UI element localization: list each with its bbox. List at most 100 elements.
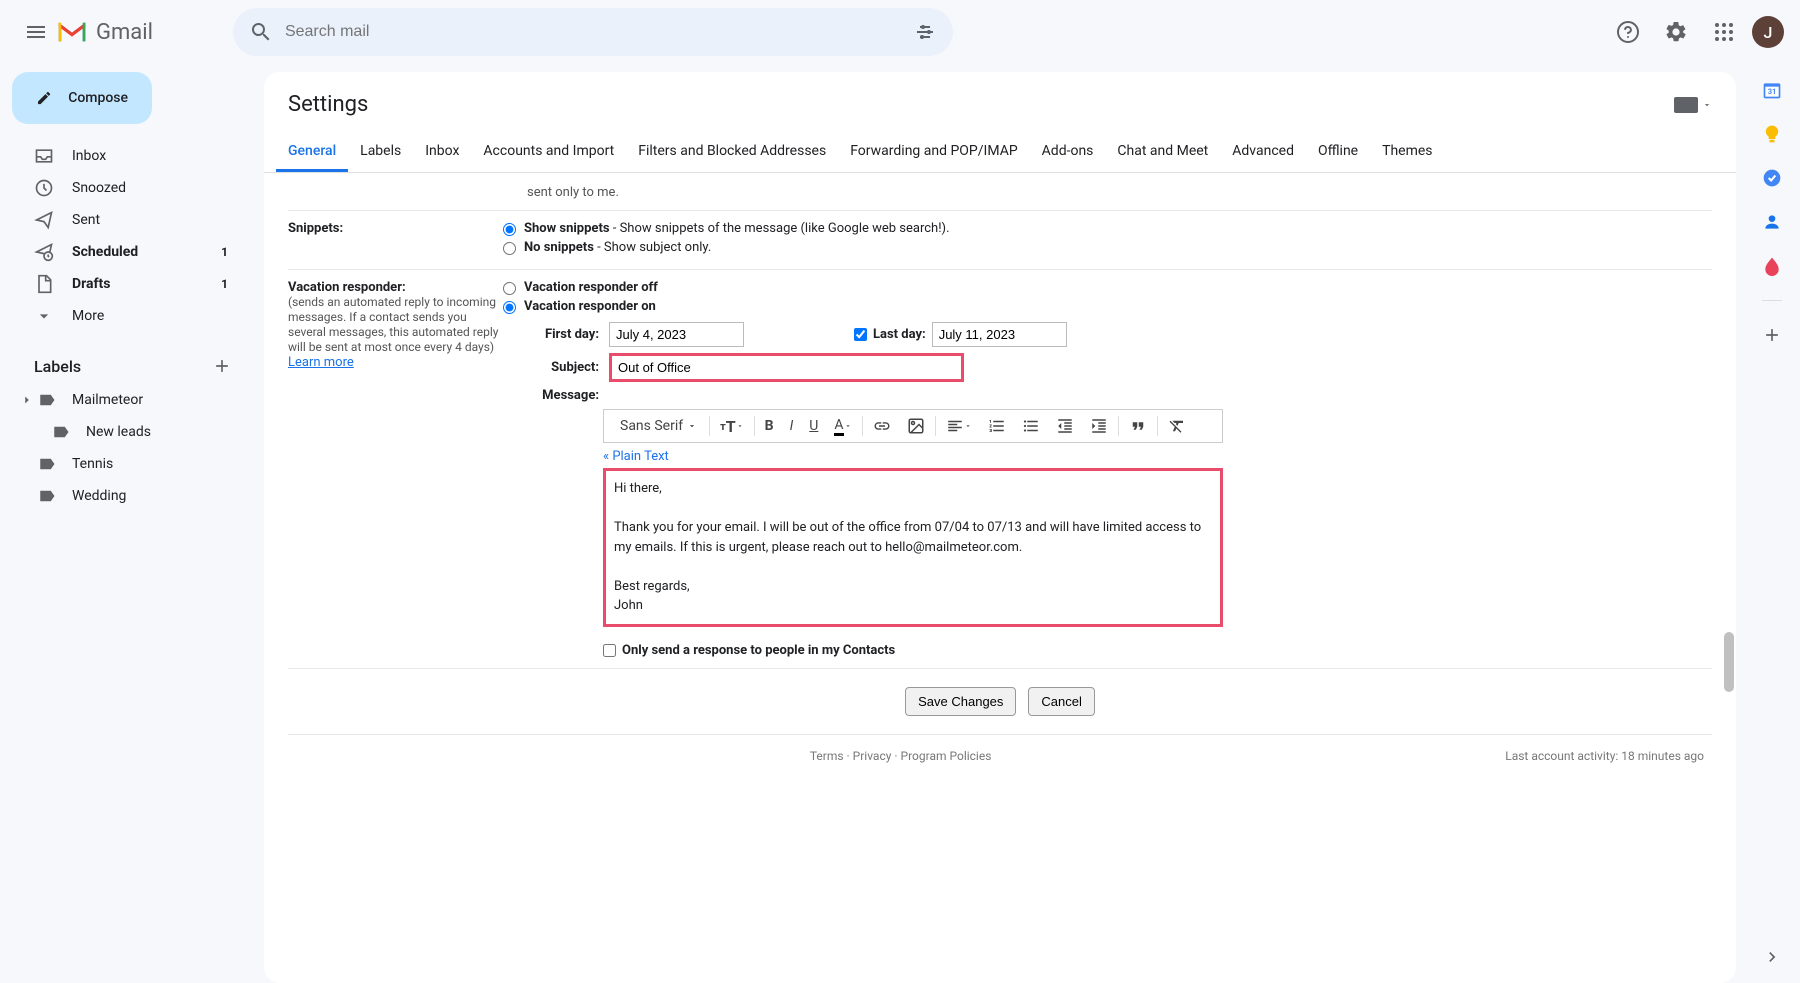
snippets-label: Snippets:: [288, 221, 503, 259]
vacation-on-radio[interactable]: [503, 301, 516, 314]
vacation-label: Vacation responder:: [288, 280, 406, 295]
image-icon: [907, 417, 925, 435]
search-options-icon[interactable]: [913, 20, 937, 44]
nav-drafts[interactable]: Drafts 1: [8, 268, 248, 300]
policies-link[interactable]: Program Policies: [901, 749, 992, 763]
label-tennis[interactable]: Tennis: [8, 448, 248, 480]
show-snippets-label: Show snippets - Show snippets of the mes…: [524, 221, 950, 236]
align-button[interactable]: [938, 410, 980, 442]
tab-chat[interactable]: Chat and Meet: [1105, 133, 1220, 172]
menu-icon: [24, 20, 48, 44]
numbered-list-button[interactable]: [980, 410, 1014, 442]
bold-button[interactable]: B: [757, 410, 782, 442]
tab-accounts[interactable]: Accounts and Import: [471, 133, 626, 172]
nav-inbox[interactable]: Inbox: [8, 140, 248, 172]
labels-header: Labels: [34, 357, 81, 376]
image-button[interactable]: [899, 410, 933, 442]
label-text: Wedding: [72, 488, 126, 504]
apps-button[interactable]: [1704, 12, 1744, 52]
label-wedding[interactable]: Wedding: [8, 480, 248, 512]
nav-snoozed[interactable]: Snoozed: [8, 172, 248, 204]
font-size-button[interactable]: тT: [712, 410, 752, 442]
text-color-button[interactable]: A: [826, 410, 859, 442]
keep-app-icon[interactable]: [1762, 124, 1782, 144]
learn-more-link[interactable]: Learn more: [288, 355, 354, 370]
caret-down-icon: [964, 422, 972, 430]
no-snippets-radio[interactable]: [503, 242, 516, 255]
tab-labels[interactable]: Labels: [348, 133, 413, 172]
tab-themes[interactable]: Themes: [1370, 133, 1444, 172]
scrollbar-thumb[interactable]: [1724, 632, 1734, 692]
tab-filters[interactable]: Filters and Blocked Addresses: [626, 133, 838, 172]
nav-sent[interactable]: Sent: [8, 204, 248, 236]
message-body-input[interactable]: Hi there, Thank you for your email. I wi…: [603, 468, 1223, 627]
show-snippets-radio[interactable]: [503, 223, 516, 236]
contacts-app-icon[interactable]: [1762, 212, 1782, 232]
nav-count: 1: [221, 277, 228, 291]
tab-general[interactable]: General: [276, 133, 348, 172]
subject-input[interactable]: [609, 353, 964, 382]
help-button[interactable]: [1608, 12, 1648, 52]
link-button[interactable]: [865, 410, 899, 442]
add-label-button[interactable]: [212, 356, 232, 376]
terms-link[interactable]: Terms: [810, 749, 844, 763]
gear-icon: [1664, 20, 1688, 44]
tab-forwarding[interactable]: Forwarding and POP/IMAP: [838, 133, 1029, 172]
search-bar[interactable]: [233, 8, 953, 56]
account-avatar[interactable]: J: [1752, 16, 1784, 48]
truncated-text: sent only to me.: [503, 185, 1712, 200]
label-mailmeteor[interactable]: Mailmeteor: [8, 384, 248, 416]
add-app-button[interactable]: [1762, 325, 1782, 345]
tab-offline[interactable]: Offline: [1306, 133, 1370, 172]
link-icon: [873, 417, 891, 435]
collapse-panel-button[interactable]: [1762, 947, 1782, 967]
svg-text:31: 31: [1768, 87, 1777, 96]
indent-more-button[interactable]: [1082, 410, 1116, 442]
quote-button[interactable]: [1121, 410, 1155, 442]
save-button[interactable]: Save Changes: [905, 687, 1016, 716]
indent-less-icon: [1056, 417, 1074, 435]
input-tools-toggle[interactable]: [1674, 97, 1712, 113]
sidebar: Compose Inbox Snoozed Sent Scheduled 1: [0, 64, 256, 983]
indent-less-button[interactable]: [1048, 410, 1082, 442]
nav-label: More: [72, 308, 236, 324]
search-icon: [249, 20, 273, 44]
italic-button[interactable]: I: [782, 410, 802, 442]
settings-button[interactable]: [1656, 12, 1696, 52]
caret-down-icon: [736, 422, 744, 430]
cancel-button[interactable]: Cancel: [1028, 687, 1094, 716]
plain-text-link[interactable]: « Plain Text: [603, 449, 669, 464]
last-day-input[interactable]: [932, 322, 1067, 347]
last-day-checkbox[interactable]: [854, 328, 867, 341]
keyboard-icon: [1674, 97, 1698, 113]
align-icon: [946, 417, 964, 435]
tab-addons[interactable]: Add-ons: [1030, 133, 1106, 172]
calendar-app-icon[interactable]: 31: [1762, 80, 1782, 100]
gmail-logo-block[interactable]: Gmail: [56, 20, 153, 45]
brand-text: Gmail: [96, 20, 153, 45]
bullet-list-button[interactable]: [1014, 410, 1048, 442]
label-new-leads[interactable]: New leads: [8, 416, 248, 448]
tasks-app-icon[interactable]: [1762, 168, 1782, 188]
font-select[interactable]: Sans Serif: [610, 410, 707, 442]
privacy-link[interactable]: Privacy: [853, 749, 892, 763]
nav-label: Scheduled: [72, 244, 221, 260]
compose-button[interactable]: Compose: [12, 72, 152, 124]
tab-inbox[interactable]: Inbox: [413, 133, 471, 172]
addon-app-icon[interactable]: [1762, 256, 1782, 276]
nav-scheduled[interactable]: Scheduled 1: [8, 236, 248, 268]
page-title: Settings: [288, 92, 368, 117]
label-icon: [38, 391, 56, 409]
tab-advanced[interactable]: Advanced: [1220, 133, 1306, 172]
contacts-only-checkbox[interactable]: [603, 644, 616, 657]
first-day-input[interactable]: [609, 322, 744, 347]
label-icon: [38, 487, 56, 505]
underline-button[interactable]: U: [801, 410, 826, 442]
nav-more[interactable]: More: [8, 300, 248, 332]
activity-text: Last account activity: 18 minutes ago: [1505, 749, 1704, 763]
vacation-off-radio[interactable]: [503, 282, 516, 295]
search-input[interactable]: [285, 23, 913, 41]
main-menu-button[interactable]: [16, 12, 56, 52]
clear-format-button[interactable]: [1160, 410, 1194, 442]
vacation-sub: (sends an automated reply to incoming me…: [288, 295, 498, 354]
